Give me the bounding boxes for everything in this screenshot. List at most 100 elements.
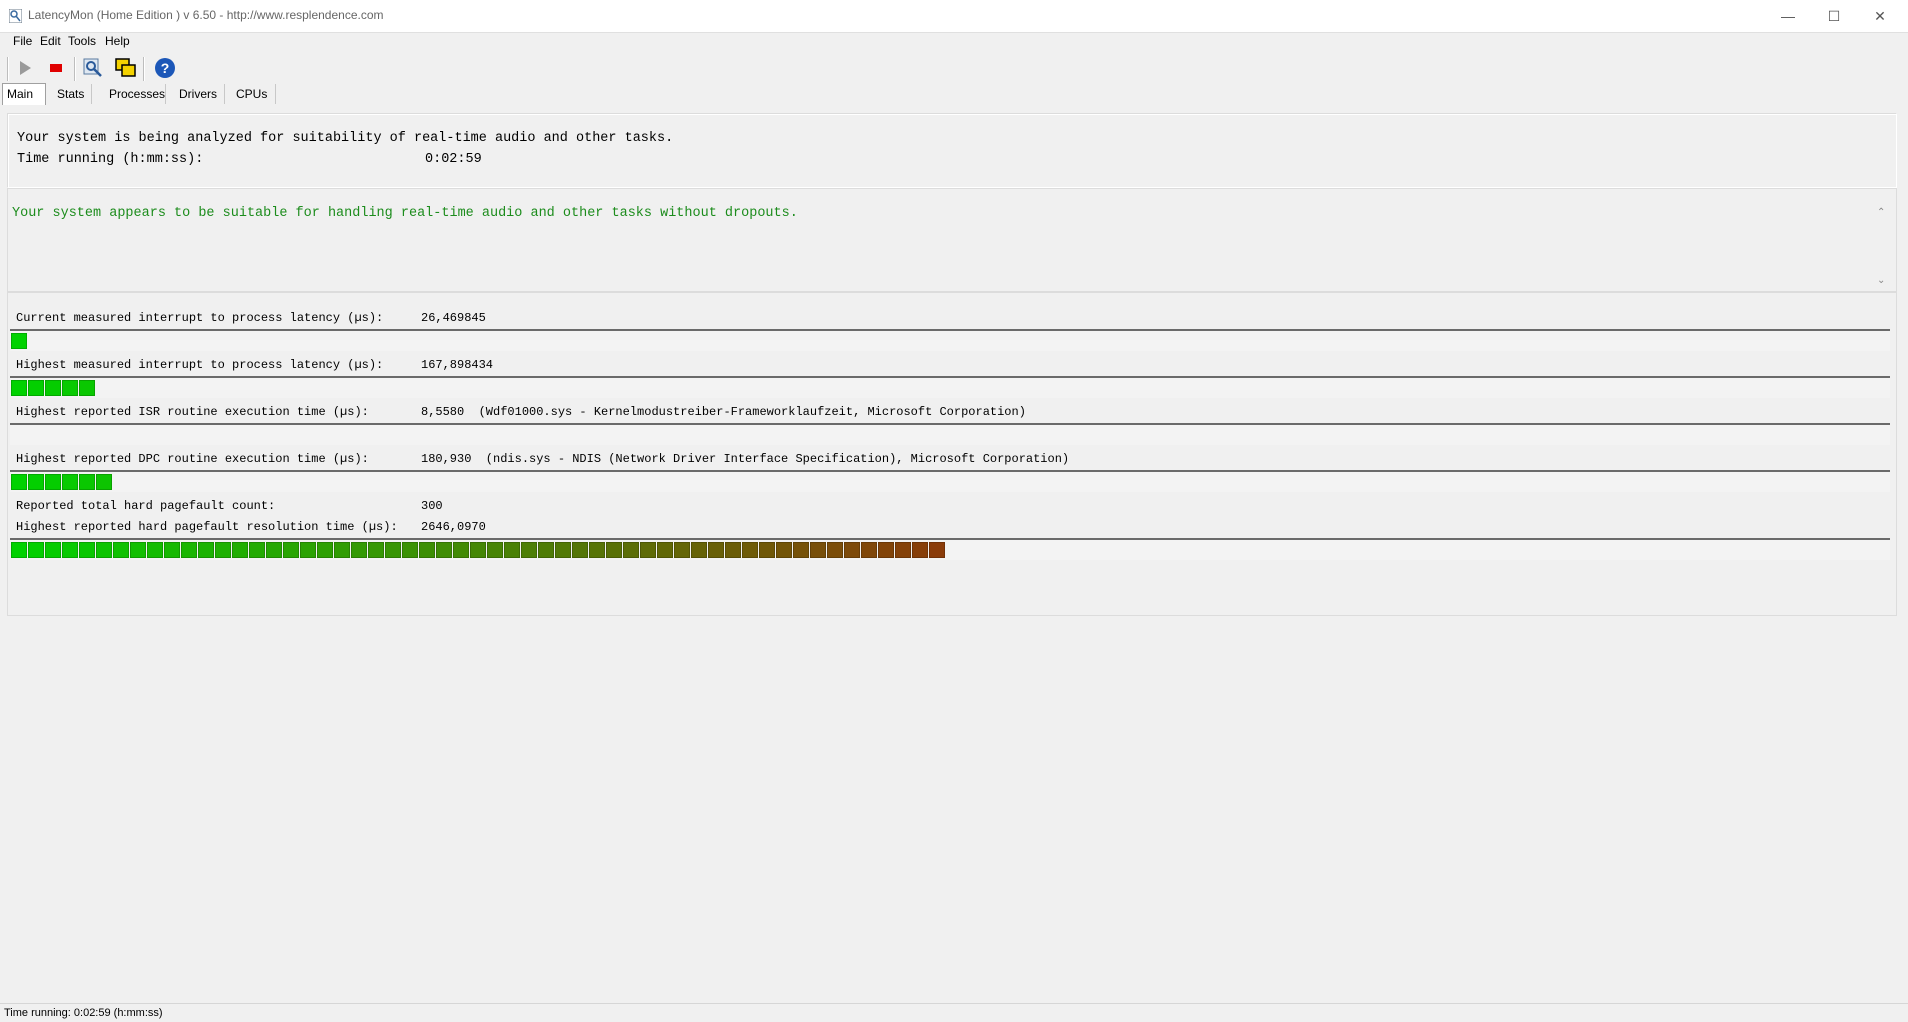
bar-cell bbox=[181, 542, 197, 558]
bar-cell bbox=[96, 474, 112, 490]
analysis-panel bbox=[7, 113, 1897, 188]
pagefault-time-bar bbox=[10, 538, 1890, 560]
bar-cells bbox=[11, 333, 28, 349]
menu-edit[interactable]: Edit bbox=[40, 34, 61, 48]
bar-cell bbox=[623, 542, 639, 558]
time-running-label: Time running (h:mm:ss): bbox=[17, 152, 204, 167]
tab-main[interactable]: Main bbox=[2, 83, 46, 105]
status-bar: Time running: 0:02:59 (h:mm:ss) bbox=[0, 1003, 1908, 1022]
bar-cell bbox=[79, 474, 95, 490]
bar-cell bbox=[674, 542, 690, 558]
bar-cell bbox=[368, 542, 384, 558]
current-latency-label: Current measured interrupt to process la… bbox=[16, 311, 384, 325]
bar-cell bbox=[62, 474, 78, 490]
bar-cell bbox=[912, 542, 928, 558]
scroll-down-icon[interactable]: ⌄ bbox=[1877, 275, 1885, 286]
bar-cells bbox=[11, 542, 946, 558]
title-bar: LatencyMon (Home Edition ) v 6.50 - http… bbox=[0, 0, 1908, 33]
pagefault-time-label: Highest reported hard pagefault resoluti… bbox=[16, 520, 398, 534]
menu-help[interactable]: Help bbox=[105, 34, 130, 48]
minimize-icon: — bbox=[1781, 8, 1795, 24]
windows-icon[interactable] bbox=[114, 57, 138, 79]
close-button[interactable]: ✕ bbox=[1857, 0, 1903, 32]
pagefault-count-label: Reported total hard pagefault count: bbox=[16, 499, 276, 513]
bar-cell bbox=[232, 542, 248, 558]
bar-cell bbox=[572, 542, 588, 558]
isr-time-label: Highest reported ISR routine execution t… bbox=[16, 405, 369, 419]
bar-cell bbox=[844, 542, 860, 558]
maximize-button[interactable]: ☐ bbox=[1811, 0, 1857, 32]
pagefault-time-value: 2646,0970 bbox=[421, 520, 486, 534]
bar-cell bbox=[96, 542, 112, 558]
verdict-scrollbar[interactable]: ⌃ ⌄ bbox=[1873, 207, 1891, 289]
bar-cell bbox=[385, 542, 401, 558]
bar-cell bbox=[300, 542, 316, 558]
bar-cell bbox=[538, 542, 554, 558]
bar-cell bbox=[657, 542, 673, 558]
tab-processes[interactable]: Processes bbox=[105, 84, 166, 104]
bar-cell bbox=[725, 542, 741, 558]
verdict-text: Your system appears to be suitable for h… bbox=[12, 206, 798, 221]
bar-cell bbox=[266, 542, 282, 558]
bar-cell bbox=[28, 380, 44, 396]
analysis-status-text: Your system is being analyzed for suitab… bbox=[17, 131, 674, 146]
tab-stats[interactable]: Stats bbox=[53, 84, 92, 104]
bar-cell bbox=[11, 380, 27, 396]
dpc-time-label: Highest reported DPC routine execution t… bbox=[16, 452, 369, 466]
bar-cell bbox=[453, 542, 469, 558]
bar-cells bbox=[11, 380, 96, 396]
start-icon[interactable] bbox=[13, 57, 37, 79]
tab-strip: Main Stats Processes Drivers CPUs bbox=[0, 83, 1908, 105]
bar-cell bbox=[470, 542, 486, 558]
dpc-time-value: 180,930 (ndis.sys - NDIS (Network Driver… bbox=[421, 452, 1070, 466]
bar-cell bbox=[589, 542, 605, 558]
bar-cell bbox=[810, 542, 826, 558]
bar-cell bbox=[62, 380, 78, 396]
bar-cell bbox=[113, 542, 129, 558]
tab-cpus[interactable]: CPUs bbox=[232, 84, 276, 104]
highest-latency-bar bbox=[10, 376, 1890, 398]
menu-bar: File Edit Tools Help bbox=[0, 33, 1908, 53]
maximize-icon: ☐ bbox=[1827, 8, 1841, 24]
bar-cell bbox=[861, 542, 877, 558]
bar-cell bbox=[691, 542, 707, 558]
bar-cell bbox=[776, 542, 792, 558]
isr-time-value: 8,5580 (Wdf01000.sys - Kernelmodustreibe… bbox=[421, 405, 1026, 419]
bar-cell bbox=[334, 542, 350, 558]
status-bar-text: Time running: 0:02:59 (h:mm:ss) bbox=[4, 1007, 163, 1019]
bar-cell bbox=[759, 542, 775, 558]
bar-cell bbox=[606, 542, 622, 558]
bar-cell bbox=[929, 542, 945, 558]
svg-text:?: ? bbox=[161, 60, 170, 76]
dpc-time-bar bbox=[10, 470, 1890, 492]
bar-cell bbox=[79, 542, 95, 558]
bar-cell bbox=[487, 542, 503, 558]
bar-cell bbox=[436, 542, 452, 558]
menu-file[interactable]: File bbox=[13, 34, 32, 48]
verdict-panel bbox=[7, 188, 1897, 292]
bar-cell bbox=[215, 542, 231, 558]
bar-cell bbox=[11, 333, 27, 349]
analyze-icon[interactable] bbox=[81, 57, 105, 79]
minimize-button[interactable]: — bbox=[1765, 0, 1811, 32]
bar-cell bbox=[742, 542, 758, 558]
menu-tools[interactable]: Tools bbox=[68, 34, 96, 48]
toolbar-separator bbox=[143, 57, 145, 81]
help-icon[interactable]: ? bbox=[153, 57, 177, 79]
scroll-up-icon[interactable]: ⌃ bbox=[1877, 207, 1885, 218]
bar-cell bbox=[283, 542, 299, 558]
bar-cell bbox=[147, 542, 163, 558]
latencymon-app-icon bbox=[9, 9, 22, 23]
highest-latency-value: 167,898434 bbox=[421, 358, 494, 372]
stop-icon[interactable] bbox=[44, 57, 68, 79]
bar-cell bbox=[555, 542, 571, 558]
toolbar: ? bbox=[0, 53, 1908, 83]
bar-cell bbox=[198, 542, 214, 558]
bar-cell bbox=[878, 542, 894, 558]
current-latency-value: 26,469845 bbox=[421, 311, 486, 325]
bar-cell bbox=[317, 542, 333, 558]
window-title: LatencyMon (Home Edition ) v 6.50 - http… bbox=[28, 8, 384, 22]
tab-drivers[interactable]: Drivers bbox=[175, 84, 225, 104]
bar-cell bbox=[640, 542, 656, 558]
bar-cell bbox=[793, 542, 809, 558]
